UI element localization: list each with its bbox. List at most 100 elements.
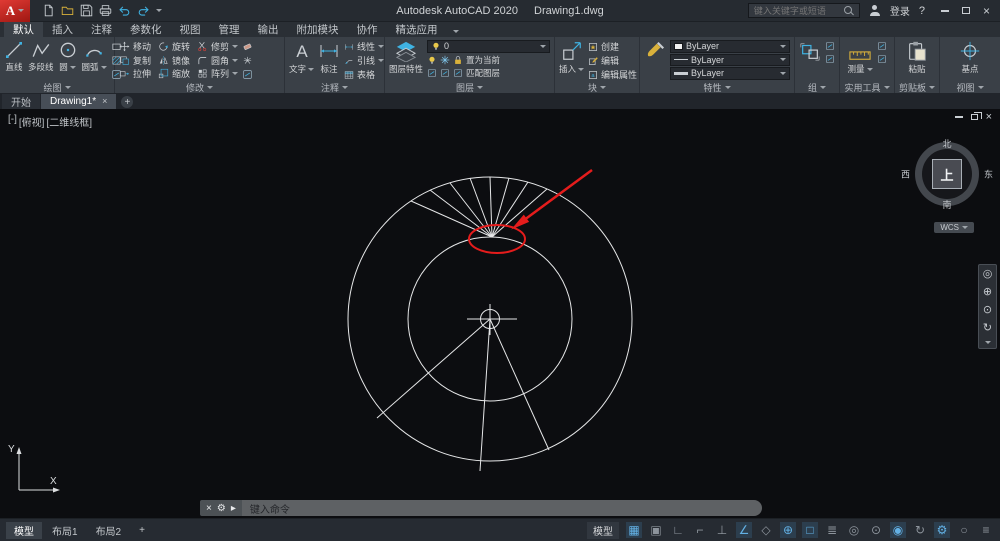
- maximize-button[interactable]: [955, 2, 976, 20]
- paste-button[interactable]: 粘贴: [906, 39, 928, 81]
- command-line[interactable]: × ⚙ ▸ 键入命令: [200, 500, 762, 516]
- line-entity[interactable]: [490, 177, 492, 237]
- viewcube-north-label[interactable]: 北: [942, 137, 951, 150]
- new-button[interactable]: [42, 4, 55, 17]
- ribbon-tab-参数化[interactable]: 参数化: [121, 22, 171, 37]
- save-button[interactable]: [80, 4, 93, 17]
- panel-footer-view[interactable]: 视图: [940, 81, 1000, 93]
- viewcube-south-label[interactable]: 南: [942, 198, 951, 211]
- panel-footer-groups[interactable]: 组: [795, 81, 839, 93]
- explode-icon[interactable]: [242, 55, 253, 66]
- ortho-mode-toggle[interactable]: ⊥: [714, 522, 730, 538]
- dimension-button[interactable]: 标注: [318, 39, 340, 81]
- orbit-icon[interactable]: ↻: [983, 323, 992, 333]
- layout-tab-+[interactable]: +: [131, 522, 153, 539]
- array-button[interactable]: 阵列: [197, 67, 238, 81]
- base-point-button[interactable]: 基点: [959, 39, 981, 81]
- user-icon[interactable]: [869, 5, 881, 16]
- panel-footer-draw[interactable]: 绘图: [0, 81, 114, 93]
- application-menu-button[interactable]: A: [0, 0, 30, 22]
- new-drawing-tab-button[interactable]: +: [121, 96, 133, 108]
- file-tab-start[interactable]: 开始: [2, 94, 40, 109]
- panel-footer-annotation[interactable]: 注释: [285, 81, 384, 93]
- command-customize-icon[interactable]: ⚙: [217, 503, 226, 514]
- annotation-visibility-toggle[interactable]: ◉: [890, 522, 906, 538]
- object-snap-toggle[interactable]: □: [802, 522, 818, 538]
- make-current-button[interactable]: 置为当前: [466, 54, 500, 66]
- trim-button[interactable]: 修剪: [197, 40, 238, 54]
- panel-footer-clipboard[interactable]: 剪贴板: [895, 81, 939, 93]
- ribbon-tab-协作[interactable]: 协作: [348, 22, 387, 37]
- sign-in-link[interactable]: 登录: [890, 3, 910, 18]
- measure-button[interactable]: 测量: [847, 39, 872, 81]
- ribbon-tab-附加模块[interactable]: 附加模块: [288, 22, 348, 37]
- leader-button[interactable]: 引线: [344, 54, 384, 67]
- group-button[interactable]: [799, 39, 821, 81]
- panel-footer-block[interactable]: 块: [555, 81, 639, 93]
- ribbon-tab-注释[interactable]: 注释: [82, 22, 121, 37]
- line-entity[interactable]: [480, 319, 490, 471]
- minimize-button[interactable]: [934, 2, 955, 20]
- workspace-switching-toggle[interactable]: ⚙: [934, 522, 950, 538]
- dynamic-input-toggle[interactable]: ⌐: [692, 522, 708, 538]
- text-dropdown-icon[interactable]: [308, 68, 314, 71]
- autoscale-toggle[interactable]: ↻: [912, 522, 928, 538]
- close-button[interactable]: ×: [976, 2, 997, 20]
- line-entity[interactable]: [492, 182, 528, 237]
- layer-off-icon[interactable]: [427, 55, 437, 65]
- help-icon[interactable]: ?: [919, 5, 925, 17]
- leader-dropdown-icon[interactable]: [378, 59, 384, 62]
- viewcube[interactable]: 上 北 南 西 东: [912, 139, 982, 209]
- visual-style-control[interactable]: [二维线框]: [46, 114, 92, 129]
- viewport-menu-toggle[interactable]: [-]: [8, 114, 17, 129]
- panel-footer-utilities[interactable]: 实用工具: [840, 81, 894, 93]
- undo-button[interactable]: [118, 4, 131, 17]
- layout-tab-布局2[interactable]: 布局2: [88, 522, 130, 539]
- grid-display-toggle[interactable]: ▦: [626, 522, 642, 538]
- move-button[interactable]: 移动: [119, 40, 151, 54]
- ungroup-icon[interactable]: [825, 41, 835, 51]
- ribbon-tab-插入[interactable]: 插入: [43, 22, 82, 37]
- panel-footer-properties[interactable]: 特性: [640, 81, 794, 93]
- quick-select-icon[interactable]: [877, 41, 887, 51]
- color-combo-arrow-icon[interactable]: [780, 45, 786, 48]
- trim-dropdown-icon[interactable]: [232, 45, 238, 48]
- transparency-toggle[interactable]: ◎: [846, 522, 862, 538]
- file-tab-drawing1[interactable]: Drawing1* ×: [41, 94, 116, 109]
- redo-button[interactable]: [137, 4, 150, 17]
- snap-mode-toggle[interactable]: ▣: [648, 522, 664, 538]
- pan-icon[interactable]: ⊕: [983, 287, 992, 297]
- layer-walk-icon[interactable]: [453, 68, 463, 78]
- layer-unisolate-icon[interactable]: [440, 68, 450, 78]
- isometric-drafting-toggle[interactable]: ◇: [758, 522, 774, 538]
- line-button[interactable]: 直线: [4, 39, 24, 81]
- layout-tab-模型[interactable]: 模型: [6, 522, 42, 539]
- search-box[interactable]: [748, 3, 860, 18]
- model-space-canvas[interactable]: [-] [俯视] [二维线框] × 上 北 南 西 东 WCS ◎ ⊕ ⊙ ↻ …: [0, 109, 1000, 518]
- qat-customize-icon[interactable]: [156, 9, 162, 12]
- viewcube-top-face[interactable]: 上: [932, 159, 962, 189]
- navbar-more-icon[interactable]: [985, 341, 991, 344]
- text-button[interactable]: A 文字: [289, 39, 314, 81]
- lineweight-combo-arrow-icon[interactable]: [780, 72, 786, 75]
- search-input[interactable]: [754, 6, 840, 16]
- osnap-tracking-toggle[interactable]: ⊕: [780, 522, 796, 538]
- drawing-close-icon[interactable]: ×: [986, 113, 992, 121]
- lineweight-combo[interactable]: ByLayer: [670, 67, 790, 80]
- view-control[interactable]: [俯视]: [19, 114, 45, 129]
- command-close-icon[interactable]: ×: [206, 503, 212, 514]
- edit-block-button[interactable]: 编辑: [588, 54, 637, 67]
- ribbon-tab-精选应用[interactable]: 精选应用: [387, 22, 447, 37]
- ribbon-tab-输出[interactable]: 输出: [249, 22, 288, 37]
- line-entity[interactable]: [492, 178, 509, 237]
- table-button[interactable]: 表格: [344, 68, 384, 81]
- offset-icon[interactable]: [242, 69, 253, 80]
- edit-attributes-button[interactable]: a编辑属性: [588, 68, 637, 81]
- linear-dropdown-icon[interactable]: [378, 45, 384, 48]
- command-input[interactable]: 键入命令: [242, 500, 762, 516]
- panel-footer-modify[interactable]: 修改: [115, 81, 284, 93]
- drawing-restore-icon[interactable]: [971, 114, 978, 120]
- drawing-minimize-icon[interactable]: [955, 116, 963, 118]
- rotate-button[interactable]: 旋转: [158, 40, 190, 54]
- search-icon[interactable]: [844, 6, 854, 16]
